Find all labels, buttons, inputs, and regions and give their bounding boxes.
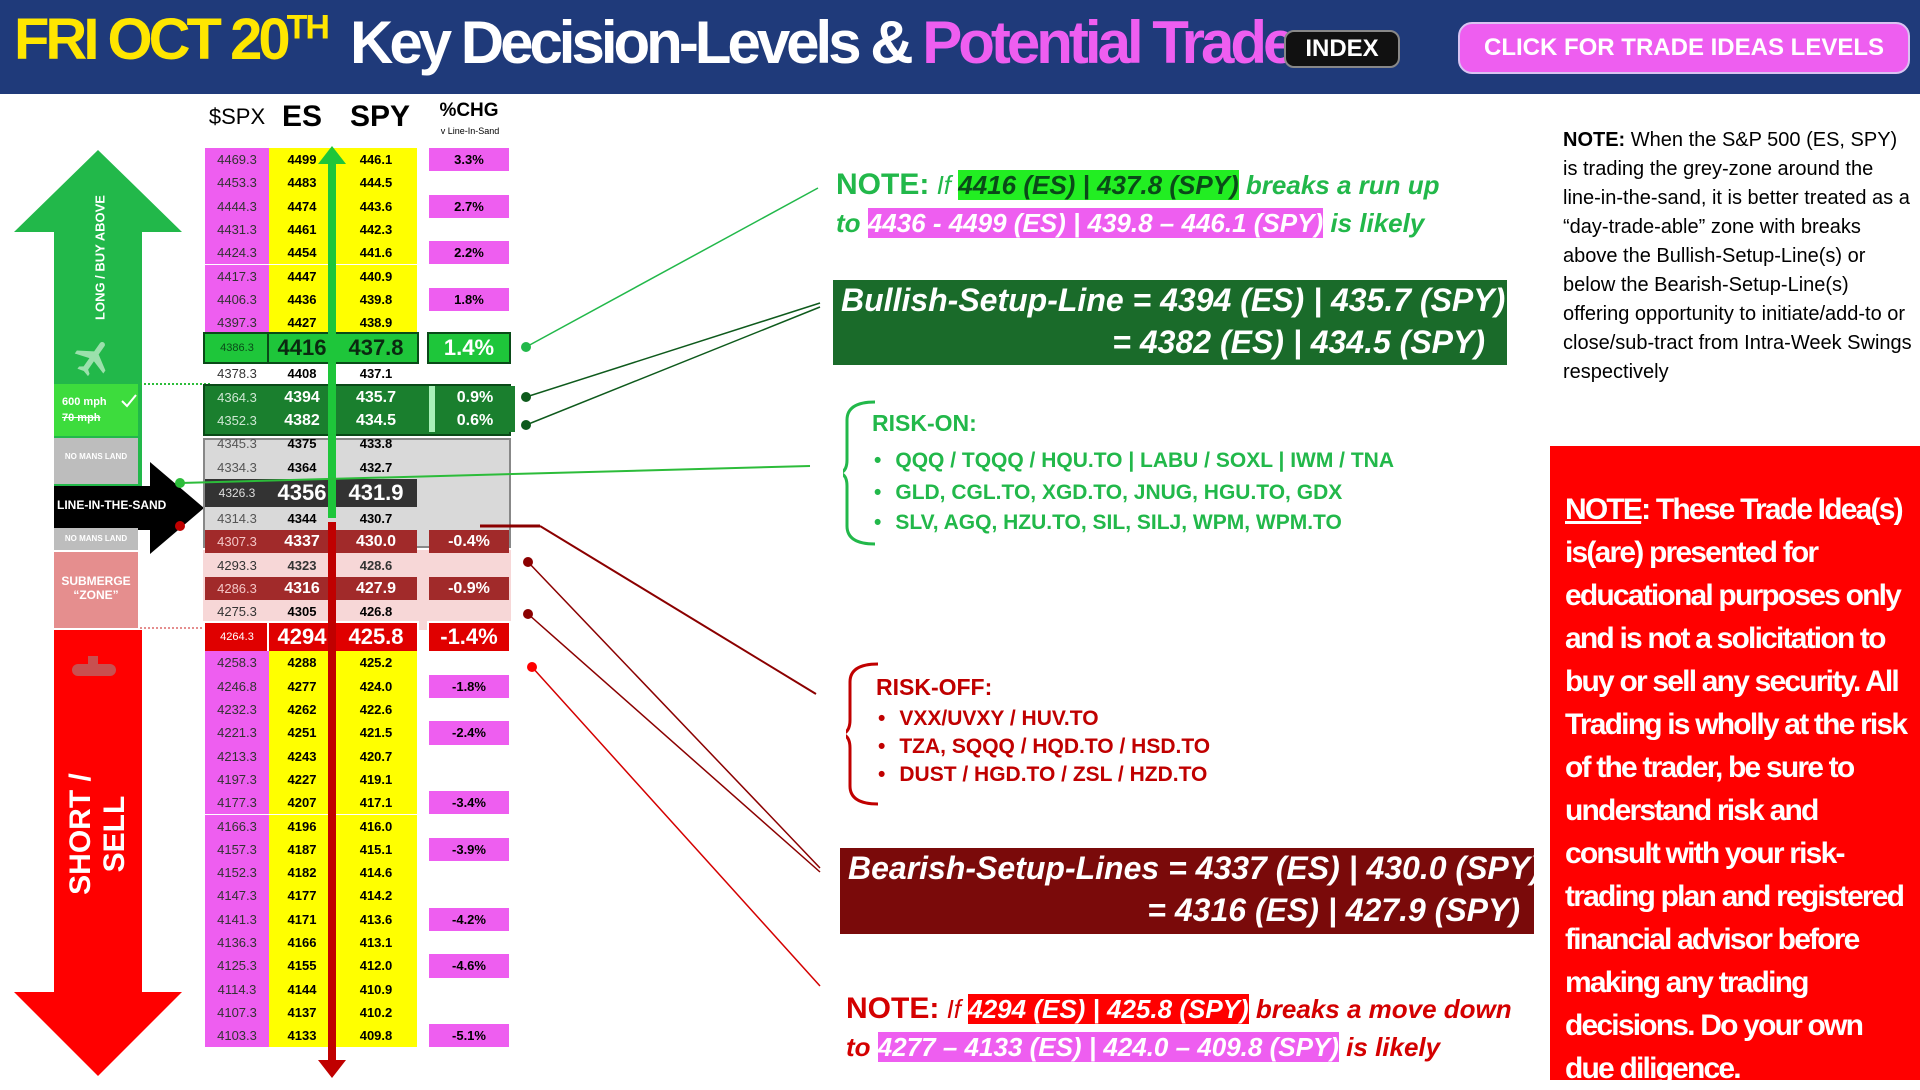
- bullish-setup-box: Bullish-Setup-Line = 4394 (ES) | 435.7 (…: [833, 280, 1507, 365]
- risk-off-brace: [846, 662, 879, 806]
- note-downside: NOTE: If 4294 (ES) | 425.8 (SPY) breaks …: [846, 992, 1512, 1062]
- note-upside: NOTE: If 4416 (ES) | 437.8 (SPY) breaks …: [836, 168, 1440, 238]
- risk-off-list: RISK-OFF: • VXX/UVXY / HUV.TO • TZA, SQQQ …: [876, 674, 1211, 786]
- risk-on-list: RISK-ON: • QQQ / TQQQ / HQU.TO | LABU / S…: [872, 410, 1395, 534]
- bearish-setup-box: Bearish-Setup-Lines = 4337 (ES) | 430.0 …: [840, 848, 1541, 934]
- disclaimer-text: NOTE: These Trade Idea(s) is(are) presen…: [1565, 493, 1908, 1085]
- grey-zone-note: NOTE: When the S&P 500 (ES, SPY) is trad…: [1563, 129, 1912, 383]
